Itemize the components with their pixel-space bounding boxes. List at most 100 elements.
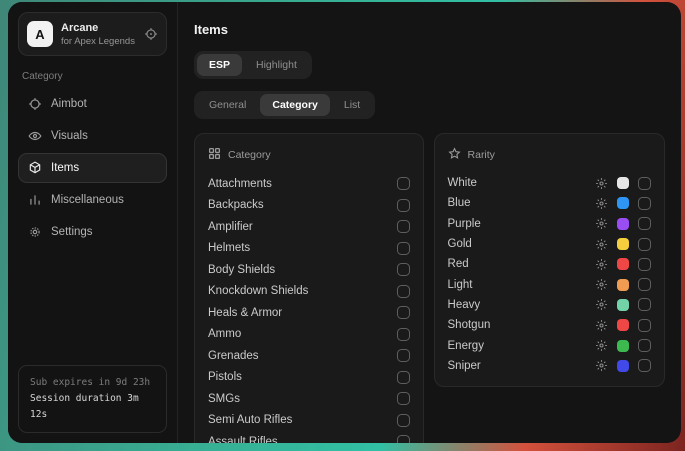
sidebar-item-items[interactable]: Items [18,153,167,183]
rarity-row-controls [595,217,651,230]
category-checkbox[interactable] [397,371,410,384]
rarity-checkbox[interactable] [638,278,651,291]
app-title-block: Arcane for Apex Legends [61,22,135,47]
category-row-label: Body Shields [208,264,397,276]
rarity-color-swatch[interactable] [617,197,629,209]
sidebar-item-settings[interactable]: Settings [18,217,167,247]
category-row-label: Amplifier [208,221,397,233]
rarity-settings-gear-icon[interactable] [595,238,608,251]
rarity-panel-title: Rarity [468,149,495,161]
sidebar-item-visuals[interactable]: Visuals [18,121,167,151]
category-row-label: Helmets [208,242,397,254]
rarity-settings-gear-icon[interactable] [595,278,608,291]
page-title: Items [194,22,665,37]
category-row-semi-auto-rifles: Semi Auto Rifles [208,410,410,432]
category-checkbox[interactable] [397,285,410,298]
rarity-checkbox[interactable] [638,339,651,352]
category-row-label: Backpacks [208,199,397,211]
tab-general[interactable]: General [197,94,258,116]
category-checkbox[interactable] [397,328,410,341]
target-icon[interactable] [144,27,158,41]
rarity-settings-gear-icon[interactable] [595,258,608,271]
category-checkbox[interactable] [397,199,410,212]
rarity-checkbox[interactable] [638,298,651,311]
eye-icon [28,129,42,143]
rarity-row-white: White [448,173,651,193]
sidebar-item-label: Items [51,162,79,174]
category-row-body-shields: Body Shields [208,259,410,281]
sidebar-item-miscellaneous[interactable]: Miscellaneous [18,185,167,215]
rarity-settings-gear-icon[interactable] [595,197,608,210]
tab-list[interactable]: List [332,94,372,116]
sidebar-nav: Aimbot Visuals Items Miscellaneous Settings [18,89,167,247]
subscription-info-card: Sub expires in 9d 23h Session duration 3… [18,365,167,433]
category-panel-title: Category [228,149,271,161]
main-content: Items ESPHighlight GeneralCategoryList C… [178,2,681,443]
tab-category[interactable]: Category [260,94,330,116]
rarity-checkbox[interactable] [638,217,651,230]
rarity-row-controls [595,319,651,332]
rarity-row-sniper: Sniper [448,356,651,376]
star-icon [448,147,461,163]
rarity-settings-gear-icon[interactable] [595,339,608,352]
rarity-checkbox[interactable] [638,177,651,190]
mode-toggle-highlight[interactable]: Highlight [244,54,309,76]
rarity-color-swatch[interactable] [617,258,629,270]
rarity-color-swatch[interactable] [617,238,629,250]
rarity-settings-gear-icon[interactable] [595,319,608,332]
rarity-row-shotgun: Shotgun [448,315,651,335]
rarity-checkbox[interactable] [638,359,651,372]
grid-icon [28,193,42,207]
category-row-smgs: SMGs [208,388,410,410]
rarity-color-swatch[interactable] [617,340,629,352]
category-checkbox[interactable] [397,177,410,190]
rarity-row-controls [595,339,651,352]
category-row-pistols: Pistols [208,367,410,389]
mode-toggle-esp[interactable]: ESP [197,54,242,76]
app-name: Arcane [61,22,135,34]
sidebar-item-label: Aimbot [51,98,87,110]
rarity-color-swatch[interactable] [617,218,629,230]
rarity-row-energy: Energy [448,335,651,355]
category-row-label: Assault Rifles [208,436,397,443]
rarity-color-swatch[interactable] [617,177,629,189]
category-row-attachments: Attachments [208,173,410,195]
rarity-checkbox[interactable] [638,319,651,332]
rarity-checkbox[interactable] [638,238,651,251]
rarity-settings-gear-icon[interactable] [595,217,608,230]
category-checkbox[interactable] [397,263,410,276]
session-duration-text: Session duration 3m 12s [30,391,155,423]
category-checkbox[interactable] [397,392,410,405]
category-row-grenades: Grenades [208,345,410,367]
category-checkbox[interactable] [397,220,410,233]
sidebar-item-aimbot[interactable]: Aimbot [18,89,167,119]
panels-row: Category Attachments Backpacks Amplifier He… [194,133,665,443]
category-checkbox[interactable] [397,242,410,255]
rarity-settings-gear-icon[interactable] [595,359,608,372]
rarity-checkbox[interactable] [638,258,651,271]
category-checkbox[interactable] [397,306,410,319]
rarity-row-light: Light [448,274,651,294]
sidebar-item-label: Miscellaneous [51,194,124,206]
rarity-color-swatch[interactable] [617,360,629,372]
category-row-backpacks: Backpacks [208,195,410,217]
category-checkbox[interactable] [397,414,410,427]
rarity-list: WhiteBluePurpleGoldRedLightHeavyShotgunE… [448,173,651,376]
rarity-settings-gear-icon[interactable] [595,177,608,190]
rarity-color-swatch[interactable] [617,319,629,331]
sub-expiry-text: Sub expires in 9d 23h [30,375,155,391]
app-header-card: A Arcane for Apex Legends [18,12,167,56]
app-window: A Arcane for Apex Legends Category Aimbo… [8,2,681,443]
rarity-settings-gear-icon[interactable] [595,298,608,311]
category-checkbox[interactable] [397,435,410,443]
rarity-color-swatch[interactable] [617,279,629,291]
category-checkbox[interactable] [397,349,410,362]
rarity-panel-header: Rarity [448,147,651,163]
rarity-row-purple: Purple [448,214,651,234]
rarity-row-label: White [448,177,595,189]
rarity-panel: Rarity WhiteBluePurpleGoldRedLightHeavyS… [434,133,665,387]
rarity-row-controls [595,258,651,271]
category-row-heals-armor: Heals & Armor [208,302,410,324]
rarity-checkbox[interactable] [638,197,651,210]
rarity-color-swatch[interactable] [617,299,629,311]
